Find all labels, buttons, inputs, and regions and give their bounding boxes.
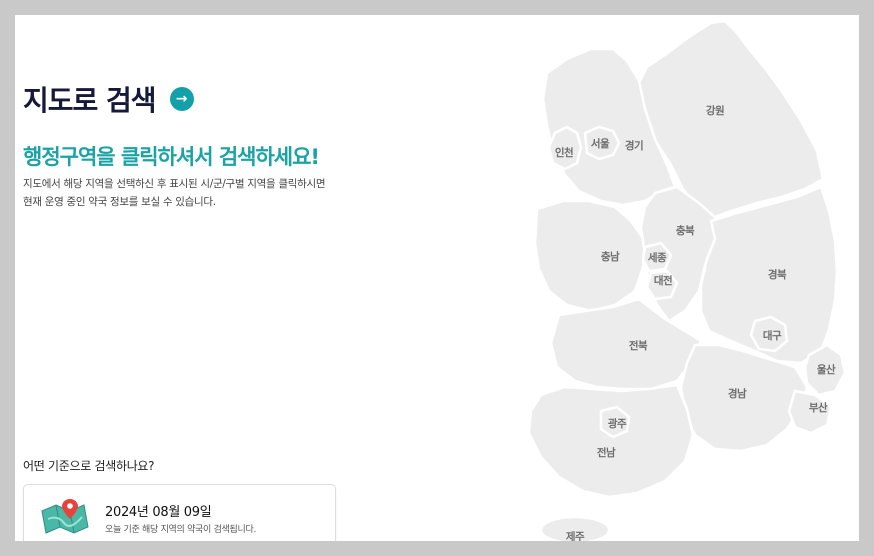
region-label-gyeongnam: 경남 (728, 387, 747, 400)
region-label-incheon: 인천 (555, 146, 573, 159)
region-jeonnam[interactable]: 전남 (527, 383, 695, 499)
arrow-right-icon[interactable]: → (169, 87, 194, 111)
region-label-sejong: 세종 (648, 251, 667, 264)
region-label-gangwon: 강원 (706, 104, 724, 117)
region-label-daejeon: 대전 (654, 274, 672, 287)
region-label-jeonbuk: 전북 (629, 339, 648, 352)
region-daegu[interactable]: 대구 (749, 315, 789, 353)
page-subtitle: 행정구역을 클릭하셔서 검색하세요! (23, 145, 320, 169)
region-label-gyeongbuk: 경북 (768, 268, 787, 281)
region-label-ulsan: 울산 (817, 363, 836, 376)
map-search-panel: 지도로 검색 → 행정구역을 클릭하셔서 검색하세요! 지도에서 해당 지역을 … (15, 15, 859, 556)
region-busan[interactable]: 부산 (787, 389, 833, 435)
region-label-gyeonggi: 경기 (625, 139, 643, 152)
korea-map: 강원 경기 인천 서울 충남 충북 세종 대전 경북 대구 전북 울산 경남 부… (527, 19, 847, 545)
search-date: 2024년 08월 09일 (105, 505, 212, 520)
region-label-seoul: 서울 (591, 137, 610, 150)
region-label-chungnam: 충남 (601, 250, 620, 263)
region-ulsan[interactable]: 울산 (803, 343, 847, 397)
region-label-chungbuk: 충북 (676, 224, 695, 237)
description-line-1: 지도에서 해당 지역을 선택하신 후 표시된 시/군/구별 지역을 클릭하시면 (23, 178, 326, 190)
region-label-jeonnam: 전남 (597, 446, 616, 459)
title-row: 지도로 검색 → (23, 79, 194, 119)
criteria-label: 어떤 기준으로 검색하나요? (23, 459, 155, 473)
region-label-busan: 부산 (809, 401, 828, 414)
region-chungnam[interactable]: 충남 (533, 199, 647, 313)
map-pin-icon (41, 499, 89, 534)
page-description: 지도에서 해당 지역을 선택하신 후 표시된 시/군/구별 지역을 클릭하시면 … (23, 175, 326, 211)
search-date-note: 오늘 기준 해당 지역의 약국이 검색됩니다. (105, 525, 257, 535)
bottom-border (15, 541, 859, 556)
region-seoul[interactable]: 서울 (583, 125, 621, 161)
region-label-daegu: 대구 (763, 329, 782, 342)
region-label-gwangju: 광주 (608, 418, 627, 430)
description-line-2: 현재 운영 중인 약국 정보를 보실 수 있습니다. (23, 196, 216, 208)
page-title: 지도로 검색 (23, 84, 157, 117)
region-incheon[interactable]: 인천 (547, 125, 583, 171)
region-jeju[interactable]: 제주 (539, 515, 611, 545)
